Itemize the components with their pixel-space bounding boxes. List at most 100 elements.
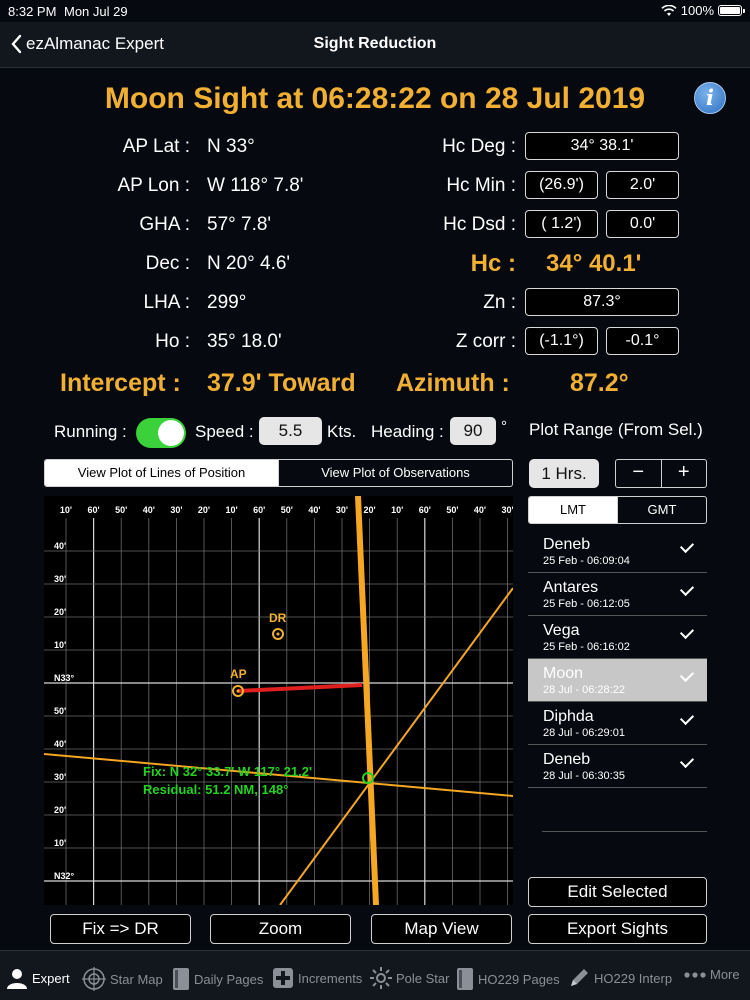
sight-time: 25 Feb - 06:09:04 bbox=[543, 555, 630, 567]
running-toggle[interactable] bbox=[136, 418, 186, 448]
top-tick-label: 50' bbox=[281, 505, 293, 515]
tab-star-map[interactable]: Star Map bbox=[82, 967, 163, 991]
sight-heading: Moon Sight at 06:28:22 on 28 Jul 2019 bbox=[104, 82, 646, 115]
left-tick-label: 40' bbox=[54, 739, 66, 749]
hc-label: Hc : bbox=[470, 250, 516, 277]
dec-value: N 20° 4.6' bbox=[207, 253, 291, 274]
pencil-icon bbox=[571, 969, 588, 986]
tab-observations[interactable]: View Plot of Observations bbox=[278, 460, 512, 486]
tab-daily-pages[interactable]: Daily Pages bbox=[172, 967, 263, 991]
lha-label: LHA : bbox=[143, 292, 190, 313]
top-tick-label: 10' bbox=[391, 505, 403, 515]
left-tick-label: 40' bbox=[54, 541, 66, 551]
sun-icon bbox=[370, 967, 392, 989]
lop-plot[interactable]: 10' 60' 50' 40' 30' 20' 10' 60' 50' 40' 30' 20' 10' 6… bbox=[44, 496, 513, 905]
azimuth-value: 87.2° bbox=[570, 369, 629, 397]
status-time: 8:32 PM bbox=[8, 4, 57, 19]
running-label: Running : bbox=[54, 422, 127, 441]
status-bar: 8:32 PM Mon Jul 29 100% bbox=[0, 0, 750, 22]
list-bottom-divider bbox=[542, 831, 707, 832]
zn-label: Zn : bbox=[483, 292, 516, 313]
hc-deg-field[interactable]: 34° 38.1' bbox=[525, 132, 679, 160]
hc-deg-label: Hc Deg : bbox=[442, 136, 516, 157]
tab-ho229-interp[interactable]: HO229 Interp bbox=[568, 967, 672, 989]
tab-more[interactable]: More bbox=[684, 967, 740, 982]
top-tick-label: 40' bbox=[474, 505, 486, 515]
sight-time: 28 Jul - 06:28:22 bbox=[543, 684, 625, 696]
map-view-button[interactable]: Map View bbox=[371, 914, 512, 944]
ap-lon-label: AP Lon : bbox=[117, 175, 190, 196]
heading-unit: ° bbox=[501, 418, 507, 435]
top-tick-label: 60' bbox=[253, 505, 265, 515]
gha-label: GHA : bbox=[139, 214, 190, 235]
ellipsis-icon bbox=[684, 971, 706, 978]
ap-label: AP bbox=[230, 667, 247, 681]
ho-label: Ho : bbox=[155, 331, 190, 352]
zoom-button[interactable]: Zoom bbox=[210, 914, 351, 944]
tab-expert-label: Expert bbox=[32, 970, 70, 986]
zcorr-label: Z corr : bbox=[455, 331, 516, 352]
tab-increments[interactable]: Increments bbox=[272, 967, 362, 989]
info-icon: i bbox=[706, 85, 714, 110]
sight-time: 28 Jul - 06:29:01 bbox=[543, 727, 625, 739]
top-tick-label: 60' bbox=[419, 505, 431, 515]
battery-icon bbox=[718, 5, 745, 16]
ap-lat-label: AP Lat : bbox=[122, 136, 190, 157]
list-item[interactable]: Diphda 28 Jul - 06:29:01 bbox=[528, 702, 707, 745]
heading-input[interactable]: 90 bbox=[450, 417, 496, 445]
tab-lines-of-position[interactable]: View Plot of Lines of Position bbox=[45, 460, 278, 486]
left-tick-label: 10' bbox=[54, 838, 66, 848]
intercept-value: 37.9' Toward bbox=[207, 369, 356, 397]
hc-min-field-a[interactable]: (26.9') bbox=[525, 171, 598, 199]
hc-dsd-field-b[interactable]: 0.0' bbox=[606, 210, 679, 238]
hc-min-field-b[interactable]: 2.0' bbox=[606, 171, 679, 199]
tab-pole-star[interactable]: Pole Star bbox=[370, 967, 449, 989]
hours-decrement-button[interactable]: − bbox=[616, 460, 661, 487]
status-battery: 100% bbox=[661, 3, 745, 18]
zn-field[interactable]: 87.3° bbox=[525, 288, 679, 316]
top-tick-label: 30' bbox=[502, 505, 513, 515]
hc-dsd-field-a[interactable]: ( 1.2') bbox=[525, 210, 598, 238]
list-item[interactable]: Moon 28 Jul - 06:28:22 bbox=[528, 659, 707, 702]
gha-value: 57° 7.8' bbox=[207, 214, 272, 235]
fix-to-dr-button[interactable]: Fix => DR bbox=[50, 914, 191, 944]
top-tick-label: 40' bbox=[143, 505, 155, 515]
wifi-icon bbox=[661, 4, 677, 16]
left-tick-label: 20' bbox=[54, 607, 66, 617]
left-tick-label: N32° bbox=[54, 871, 75, 881]
heading-label: Heading : bbox=[371, 422, 444, 441]
hours-increment-button[interactable]: + bbox=[660, 460, 707, 487]
time-zone-segment: LMT GMT bbox=[528, 496, 707, 524]
left-tick-label: N33° bbox=[54, 673, 75, 683]
list-item[interactable]: Antares 25 Feb - 06:12:05 bbox=[528, 573, 707, 616]
plot-range-hours[interactable]: 1 Hrs. bbox=[529, 459, 599, 488]
speed-input[interactable]: 5.5 bbox=[259, 417, 322, 445]
status-date: Mon Jul 29 bbox=[64, 4, 128, 19]
sight-time: 28 Jul - 06:30:35 bbox=[543, 770, 625, 782]
tab-lmt[interactable]: LMT bbox=[529, 497, 617, 523]
ap-lon-value: W 118° 7.8' bbox=[207, 175, 304, 196]
person-icon bbox=[7, 969, 27, 989]
tab-ho229-pages[interactable]: HO229 Pages bbox=[456, 967, 560, 991]
page-title: Sight Reduction bbox=[313, 35, 437, 52]
zcorr-field-b[interactable]: -0.1° bbox=[606, 327, 679, 355]
zcorr-field-a[interactable]: (-1.1°) bbox=[525, 327, 598, 355]
list-item[interactable]: Deneb 25 Feb - 06:09:04 bbox=[528, 530, 707, 573]
tab-expert[interactable]: Expert bbox=[6, 967, 70, 989]
export-sights-button[interactable]: Export Sights bbox=[528, 914, 707, 944]
top-tick-label: 30' bbox=[336, 505, 348, 515]
list-item[interactable]: Vega 25 Feb - 06:16:02 bbox=[528, 616, 707, 659]
list-item[interactable]: Deneb 28 Jul - 06:30:35 bbox=[528, 745, 707, 788]
edit-selected-button[interactable]: Edit Selected bbox=[528, 877, 707, 907]
plot-view-segment: View Plot of Lines of Position View Plot… bbox=[44, 459, 513, 487]
tab-daily-pages-label: Daily Pages bbox=[194, 971, 264, 987]
sight-time: 25 Feb - 06:16:02 bbox=[543, 641, 630, 653]
book-icon bbox=[173, 968, 189, 990]
plot-range-label: Plot Range (From Sel.) bbox=[529, 420, 703, 439]
ho-value: 35° 18.0' bbox=[207, 331, 282, 352]
dec-label: Dec : bbox=[145, 253, 190, 274]
tab-gmt[interactable]: GMT bbox=[617, 497, 706, 523]
left-tick-label: 30' bbox=[54, 772, 66, 782]
tab-pole-star-label: Pole Star bbox=[396, 970, 450, 986]
info-button[interactable]: i bbox=[694, 82, 726, 114]
